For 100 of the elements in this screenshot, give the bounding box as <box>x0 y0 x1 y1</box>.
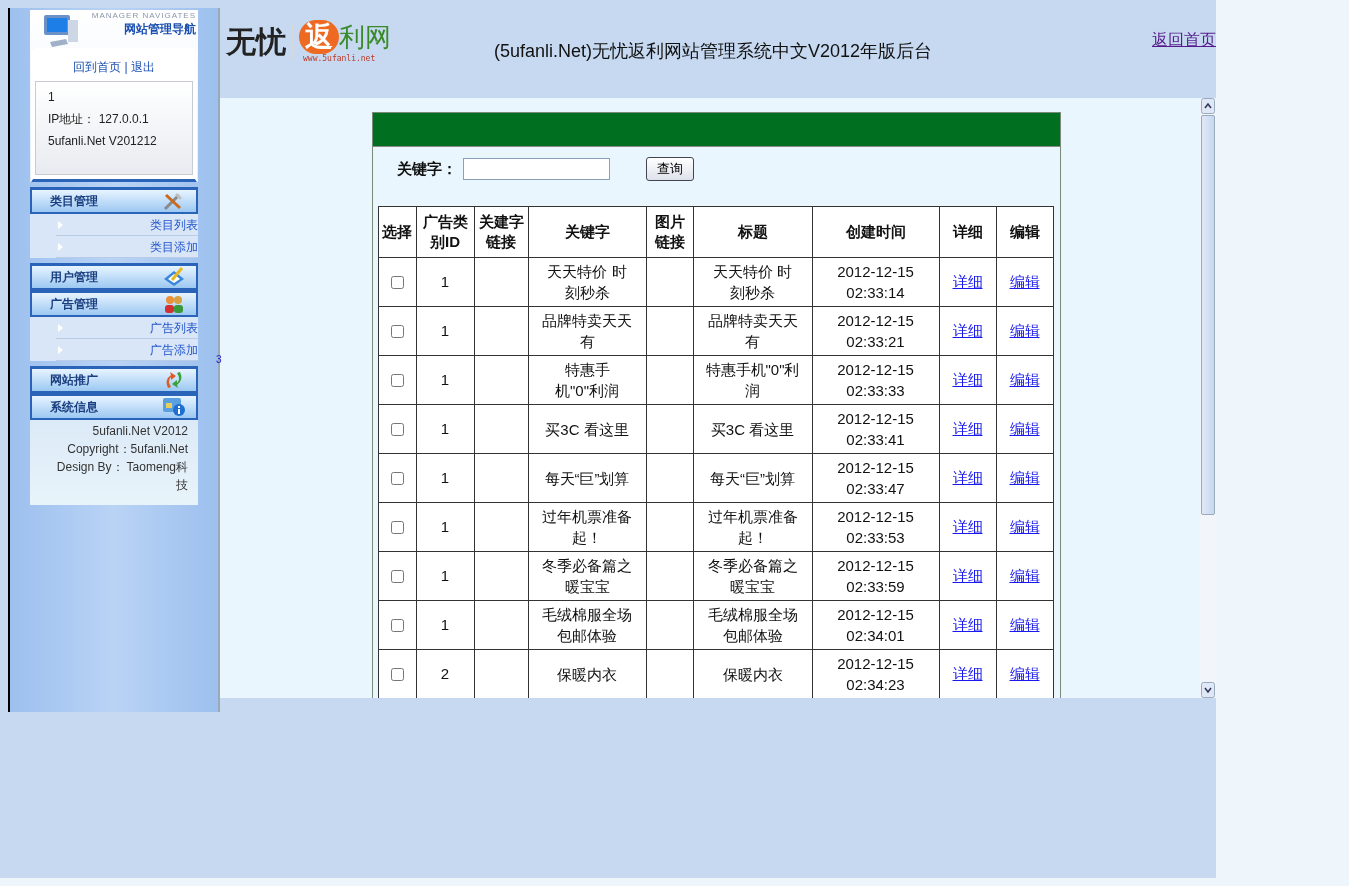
table-cell: 每天“巨”划算 <box>528 453 646 503</box>
edit-link[interactable]: 编辑 <box>1009 566 1040 584</box>
page-title: (5ufanli.Net)无忧返利网站管理系统中文V2012年版后台 <box>494 40 933 63</box>
detail-link[interactable]: 详细 <box>952 370 983 388</box>
keyword-field[interactable] <box>462 158 610 180</box>
detail-link[interactable]: 详细 <box>952 468 983 486</box>
table-cell: 天天特价 时刻秒杀 <box>693 257 812 307</box>
detail-link[interactable]: 详细 <box>952 566 983 584</box>
menu-section-header[interactable]: 网站推广 <box>30 366 198 393</box>
edit-link[interactable]: 编辑 <box>1009 517 1040 535</box>
edit-link[interactable]: 编辑 <box>1009 615 1040 633</box>
menu-section-header[interactable]: 广告管理 <box>30 290 198 317</box>
column-header: 编辑 <box>996 206 1053 258</box>
detail-link[interactable]: 详细 <box>952 517 983 535</box>
table-cell: 2012-12-15 02:33:41 <box>812 404 939 454</box>
column-header: 关键字 <box>528 206 646 258</box>
table-cell: 品牌特卖天天有 <box>693 306 812 356</box>
info-text: IP地址： 127.0.0.1 <box>48 111 150 128</box>
bullet-icon <box>58 242 63 251</box>
notepad-pencil-icon <box>162 267 186 287</box>
menu-section-header[interactable]: 用户管理 <box>30 263 198 290</box>
search-button[interactable]: 查询 <box>645 157 694 181</box>
column-header: 标题 <box>693 206 812 258</box>
detail-link[interactable]: 详细 <box>952 664 983 682</box>
table-cell: 品牌特卖天天有 <box>528 306 646 356</box>
detail-link[interactable]: 详细 <box>952 419 983 437</box>
logo-badge: 返 <box>299 20 339 54</box>
logo-text: 利网 <box>339 22 391 52</box>
row-checkbox[interactable] <box>390 276 404 290</box>
menu-item[interactable]: 广告添加 <box>56 339 198 361</box>
menu-section-header[interactable]: 类目管理 <box>30 187 198 214</box>
table-cell: 1 <box>416 306 474 356</box>
edit-link[interactable]: 编辑 <box>1009 370 1040 388</box>
column-header: 选择 <box>378 206 416 258</box>
menu-item[interactable]: 广告列表 <box>56 317 198 339</box>
detail-link[interactable]: 详细 <box>952 321 983 339</box>
bullet-icon <box>58 345 63 354</box>
nav-subtitle: MANAGER NAVIGATES <box>91 10 196 22</box>
detail-link[interactable]: 详细 <box>952 272 983 290</box>
back-home-link[interactable]: 返回首页 <box>1152 28 1216 52</box>
row-checkbox[interactable] <box>390 374 404 388</box>
table-cell: 2012-12-15 02:33:14 <box>812 257 939 307</box>
table-cell: 特惠手机"0"利润 <box>693 355 812 405</box>
people-icon <box>162 294 186 314</box>
table-cell: 1 <box>416 600 474 650</box>
logo-text: 无忧 <box>226 24 286 60</box>
table-cell: 1 <box>416 404 474 454</box>
edit-link[interactable]: 编辑 <box>1009 419 1040 437</box>
column-header: 广告类别ID <box>416 206 474 258</box>
table-cell: 毛绒棉服全场包邮体验 <box>693 600 812 650</box>
table-cell: 过年机票准备起！ <box>693 502 812 552</box>
menu-item[interactable]: 类目添加 <box>56 236 198 258</box>
table-cell: 特惠手机"0"利润 <box>528 355 646 405</box>
row-checkbox[interactable] <box>390 472 404 486</box>
table-cell: 2012-12-15 02:34:01 <box>812 600 939 650</box>
edit-link[interactable]: 编辑 <box>1009 468 1040 486</box>
edit-link[interactable]: 编辑 <box>1009 664 1040 682</box>
column-header: 创建时间 <box>812 206 939 258</box>
logout-link[interactable]: 退出 <box>130 58 155 76</box>
table-cell: 天天特价 时刻秒杀 <box>528 257 646 307</box>
info-text: 1 <box>48 89 56 106</box>
table-cell: 2012-12-15 02:33:59 <box>812 551 939 601</box>
stray-number: 3 <box>216 353 222 367</box>
footer-text: Design By： Taomeng科技 <box>55 459 188 494</box>
scrollbar[interactable] <box>1200 98 1216 698</box>
row-checkbox[interactable] <box>390 570 404 584</box>
scroll-down-icon[interactable] <box>1201 682 1215 698</box>
edit-link[interactable]: 编辑 <box>1009 272 1040 290</box>
nav-title: 网站管理导航 <box>124 22 196 36</box>
table-cell: 1 <box>416 502 474 552</box>
row-checkbox[interactable] <box>390 619 404 633</box>
table-cell: 冬季必备篇之暖宝宝 <box>693 551 812 601</box>
table-cell: 1 <box>416 257 474 307</box>
scroll-up-icon[interactable] <box>1201 98 1215 114</box>
table-cell: 1 <box>416 551 474 601</box>
keyword-label: 关键字： <box>396 158 457 179</box>
table-cell: 1 <box>416 355 474 405</box>
row-checkbox[interactable] <box>390 325 404 339</box>
table-cell: 1 <box>416 453 474 503</box>
home-link[interactable]: 回到首页 <box>73 58 122 76</box>
footer-text: 5ufanli.Net V2012 <box>92 423 188 440</box>
menu-section-header[interactable]: 系统信息 <box>30 393 198 420</box>
table-cell: 买3C 看这里 <box>528 404 646 454</box>
row-checkbox[interactable] <box>390 423 404 437</box>
table-cell: 2012-12-15 02:33:53 <box>812 502 939 552</box>
table-cell: 2012-12-15 02:33:33 <box>812 355 939 405</box>
detail-link[interactable]: 详细 <box>952 615 983 633</box>
link-separator: | <box>124 59 128 76</box>
table-cell: 冬季必备篇之暖宝宝 <box>528 551 646 601</box>
row-checkbox[interactable] <box>390 668 404 682</box>
column-header: 详细 <box>939 206 996 258</box>
row-checkbox[interactable] <box>390 521 404 535</box>
bullet-icon <box>58 220 63 229</box>
table-cell: 每天“巨”划算 <box>693 453 812 503</box>
table-cell: 2012-12-15 02:33:47 <box>812 453 939 503</box>
menu-item[interactable]: 类目列表 <box>56 214 198 236</box>
edit-link[interactable]: 编辑 <box>1009 321 1040 339</box>
table-cell: 买3C 看这里 <box>693 404 812 454</box>
table-cell: 过年机票准备起！ <box>528 502 646 552</box>
footer-text: Copyright：5ufanli.Net <box>67 441 188 458</box>
